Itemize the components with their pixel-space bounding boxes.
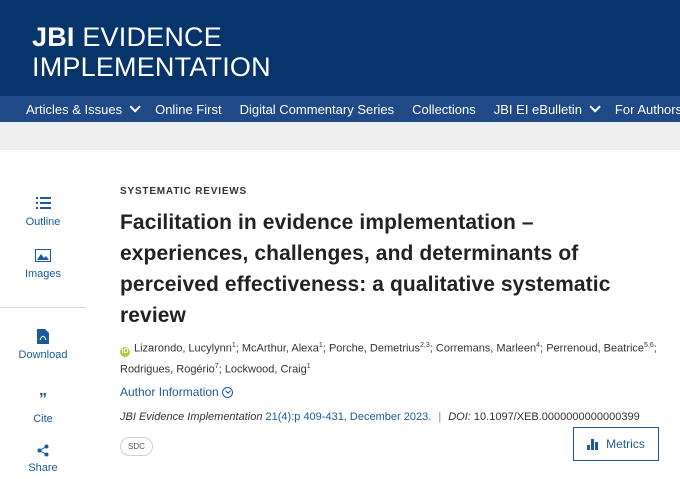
outline-icon (35, 195, 51, 211)
outline-label: Outline (25, 216, 61, 228)
author-link[interactable]: Rodrigues, Rogério (120, 363, 215, 375)
nav-label: Articles & Issues (26, 101, 123, 117)
nav-label: Online First (155, 101, 222, 117)
cite-button[interactable]: ” Cite (0, 362, 86, 425)
author-link[interactable]: Corremans, Marleen (436, 343, 536, 355)
nav-articles-issues[interactable]: Articles & Issues (0, 101, 141, 117)
site-header: JBI EVIDENCE IMPLEMENTATION (0, 0, 680, 96)
citation-line: JBI Evidence Implementation 21(4):p 409-… (120, 411, 665, 423)
nav-label: Digital Commentary Series (239, 101, 395, 117)
article-title: Facilitation in evidence implementation … (120, 211, 611, 327)
nav-label: JBI EI eBulletin (493, 101, 582, 117)
image-icon (35, 247, 51, 263)
journal-logo[interactable]: JBI EVIDENCE IMPLEMENTATION (32, 22, 271, 82)
cite-label: Cite (33, 413, 53, 425)
affiliation-sup: 1 (318, 342, 323, 349)
download-button[interactable]: Download (0, 308, 86, 362)
article-header: SYSTEMATIC REVIEWS Facilitation in evide… (120, 186, 665, 423)
share-label: Share (28, 462, 58, 474)
doi-value[interactable]: 10.1097/XEB.0000000000000399 (474, 411, 640, 423)
images-button[interactable]: Images (0, 241, 86, 293)
main-nav: Articles & Issues Online First Digital C… (0, 96, 680, 122)
sdc-badge[interactable]: SDC (120, 437, 153, 456)
logo-line2: IMPLEMENTATION (32, 52, 271, 82)
images-label: Images (24, 268, 62, 280)
nav-ebulletin[interactable]: JBI EI eBulletin (476, 101, 601, 117)
article-tools-sidebar: Outline Images Download ” Cite Share (0, 195, 86, 474)
citation-separator: | (438, 411, 442, 424)
affiliation-sup: 5,6 (644, 342, 654, 349)
affiliation-sup: 4 (536, 342, 541, 349)
section-label: SYSTEMATIC REVIEWS (120, 186, 248, 197)
author-information-label: Author Information (120, 385, 219, 400)
author-link[interactable]: Perrenoud, Beatrice (546, 343, 644, 355)
nav-label: Collections (412, 101, 476, 117)
nav-digital-commentary[interactable]: Digital Commentary Series (222, 102, 395, 117)
author-link[interactable]: McArthur, Alexa (242, 343, 319, 355)
outline-button[interactable]: Outline (0, 195, 86, 241)
nav-label: For Authors (614, 101, 680, 117)
author-link[interactable]: Lockwood, Craig (225, 363, 307, 375)
metrics-button[interactable]: Metrics (573, 427, 659, 461)
nav-collections[interactable]: Collections (394, 102, 476, 117)
quote-icon: ” (39, 391, 47, 408)
download-label: Download (18, 349, 68, 361)
author-information-toggle[interactable]: Author Information (120, 385, 665, 399)
author-list: iD Lizarondo, Lucylynn1; McArthur, Alexa1… (120, 342, 657, 376)
journal-name: JBI Evidence Implementation (120, 411, 263, 424)
metrics-label: Metrics (606, 437, 645, 451)
nav-online-first[interactable]: Online First (137, 102, 221, 117)
share-icon (35, 444, 51, 457)
chevron-down-circle-icon (221, 386, 233, 398)
author-link[interactable]: Lizarondo, Lucylynn (134, 343, 232, 355)
logo-line1: EVIDENCE (74, 22, 222, 52)
affiliation-sup: 7 (214, 362, 219, 370)
doi-label: DOI: (448, 411, 471, 424)
pdf-icon (35, 328, 51, 344)
logo-bold: JBI (32, 22, 75, 52)
affiliation-sup: 2,3 (420, 342, 430, 349)
nav-for-authors[interactable]: For Authors (597, 102, 680, 117)
affiliation-sup: 1 (306, 362, 311, 370)
orcid-icon[interactable]: iD (120, 346, 130, 357)
bar-chart-icon (587, 438, 599, 450)
issue-link[interactable]: 21(4):p 409-431, December 2023. (266, 411, 432, 423)
author-link[interactable]: Porche, Demetrius (329, 343, 420, 355)
affiliation-sup: 1 (231, 342, 236, 349)
banner-strip (0, 122, 680, 150)
